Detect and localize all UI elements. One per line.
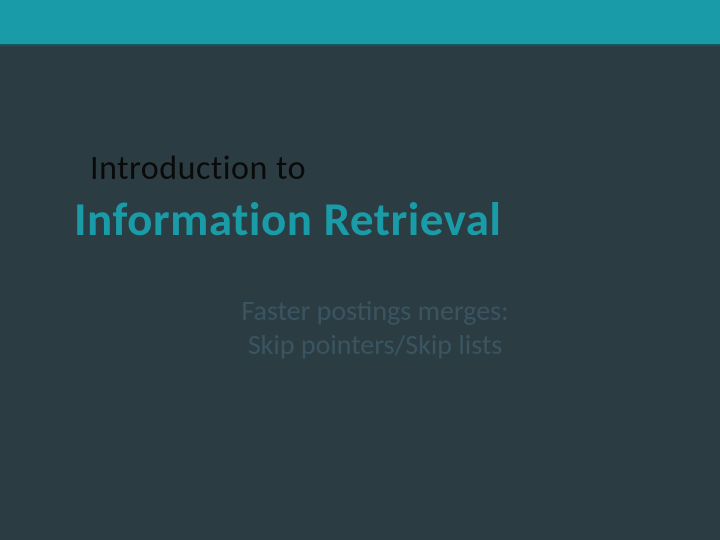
slide-overline: Introduction to — [90, 148, 306, 189]
subtitle-line-2: Skip pointers/Skip lists — [248, 327, 502, 362]
slide-content: Introduction to Information Retrieval Fa… — [0, 46, 720, 540]
header-bar — [0, 0, 720, 46]
subtitle-line-1: Faster postings merges: — [241, 293, 508, 328]
slide-subtitle: Faster postings merges: Skip pointers/Sk… — [210, 294, 540, 361]
slide-title: Information Retrieval — [74, 190, 501, 248]
